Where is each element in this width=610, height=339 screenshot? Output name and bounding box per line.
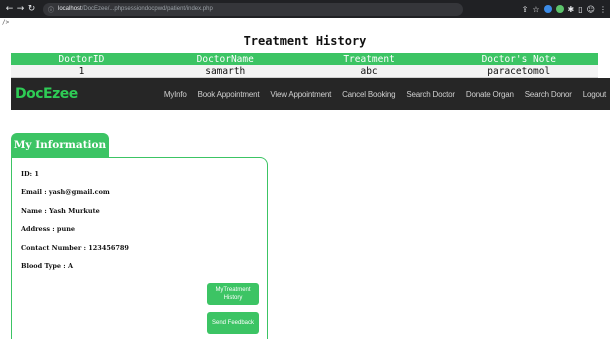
browser-tools: ⇪ ☆ ✱ ▯ ☺ ⋮ [522,5,607,14]
nav-links: MyInfo Book Appointment View Appointment… [164,90,606,99]
column-header: Treatment [298,53,440,65]
nav-logout[interactable]: Logout [583,90,606,99]
profile-icon[interactable]: ☺ [587,5,595,14]
back-icon[interactable]: ← [4,4,15,14]
table-cell: paracetomol [439,65,598,78]
extension-icon[interactable] [543,5,552,13]
send-feedback-button[interactable]: Send Feedback [207,312,259,334]
extension-icon[interactable] [555,5,564,13]
nav-book-appointment[interactable]: Book Appointment [198,90,260,99]
info-icon: ⓘ [48,6,55,14]
info-email: Email : yash@gmail.com [21,188,110,196]
column-header: DoctorID [11,53,152,65]
my-information-card: ID: 1 Email : yash@gmail.com Name : Yash… [11,157,268,339]
app-window: ← → ↻ ⓘ localhost /DocEzee/...phpsession… [0,0,610,339]
table-cell: 1 [11,65,152,78]
logo[interactable]: DocEzee [15,86,135,102]
bookmark-star-icon[interactable]: ☆ [532,5,539,14]
reload-icon[interactable]: ↻ [26,4,37,14]
column-header: Doctor's Note [439,53,598,65]
puzzle-icon[interactable]: ✱ [568,5,575,14]
info-address: Address : pune [21,225,76,233]
treatment-history-table: DoctorID DoctorName Treatment Doctor's N… [11,53,598,78]
table-header-row: DoctorID DoctorName Treatment Doctor's N… [11,53,598,65]
sidebar-icon[interactable]: ▯ [578,5,582,14]
treatment-history-title: Treatment History [243,34,367,48]
browser-toolbar: ← → ↻ ⓘ localhost /DocEzee/...phpsession… [0,0,610,18]
share-icon[interactable]: ⇪ [522,5,529,14]
url-path: /DocEzee/...phpsessiondocpwd/patient/ind… [81,6,213,12]
column-header: DoctorName [151,53,299,65]
nav-cancel-booking[interactable]: Cancel Booking [342,90,395,99]
info-contact-number: Contact Number : 123456789 [21,244,129,252]
stray-text: /> [2,19,10,26]
info-name: Name : Yash Murkute [21,207,100,215]
nav-donate-organ[interactable]: Donate Organ [466,90,514,99]
my-information-title: My Information [11,133,109,157]
info-blood-type: Blood Type : A [21,262,73,270]
table-cell: samarth [151,65,299,78]
menu-icon[interactable]: ⋮ [599,5,607,14]
nav-search-donor[interactable]: Search Donor [525,90,572,99]
main-navbar: DocEzee MyInfo Book Appointment View App… [11,78,610,110]
nav-search-doctor[interactable]: Search Doctor [406,90,455,99]
forward-icon[interactable]: → [15,4,26,14]
table-cell: abc [298,65,440,78]
table-row: 1 samarth abc paracetomol [11,65,598,78]
info-id: ID: 1 [21,170,39,178]
url-host: localhost [58,6,82,12]
nav-view-appointment[interactable]: View Appointment [270,90,331,99]
address-bar[interactable]: ⓘ localhost /DocEzee/...phpsessiondocpwd… [43,2,463,16]
treatment-history-button[interactable]: MyTreatment History [207,283,259,305]
nav-myinfo[interactable]: MyInfo [164,90,187,99]
